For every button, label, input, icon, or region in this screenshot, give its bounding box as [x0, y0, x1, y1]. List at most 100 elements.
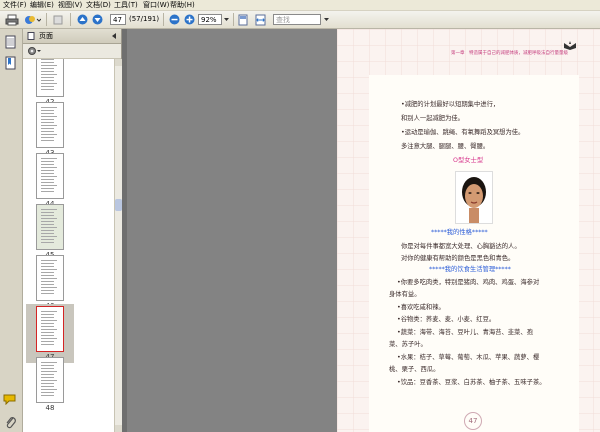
comments-nav-button[interactable]	[3, 393, 18, 408]
thumbnail-text-line	[41, 233, 54, 234]
thumbnail-text-line	[41, 176, 57, 177]
zoom-dropdown-button[interactable]	[223, 13, 230, 26]
thumbnail-text-line	[41, 167, 57, 168]
attachments-nav-button[interactable]	[4, 415, 17, 432]
thumbnail-text-line	[41, 386, 54, 387]
thumbnail-text-line	[41, 65, 57, 66]
menu-window[interactable]: 窗口(W)	[143, 0, 169, 10]
thumbnail-text-line	[41, 74, 57, 75]
portrait-photo	[455, 171, 493, 224]
fit-width-icon	[255, 14, 265, 25]
chapter-header: 第一章 特造属于自己的减肥体质，减肥呼吸法自行量量级	[451, 51, 568, 56]
scroll-thumb[interactable]	[115, 199, 122, 211]
thumbnail-text-line	[41, 191, 54, 192]
search-input[interactable]: 查找	[273, 14, 321, 25]
bookmarks-nav-button[interactable]	[4, 56, 17, 73]
thumbnail-text-line	[41, 335, 54, 336]
panel-splitter[interactable]	[122, 29, 127, 432]
thumbnail-text-line	[41, 311, 57, 312]
body-line: •减肥的计划最好以短期集中进行，	[401, 101, 500, 108]
fit-width-button[interactable]	[254, 13, 266, 26]
page-thumbnails: 42434445464748	[23, 59, 114, 432]
thumbnail-text-line	[41, 212, 54, 213]
panel-collapse-button[interactable]	[110, 32, 118, 40]
page-thumbnail[interactable]	[36, 306, 64, 352]
thumbnail-text-line	[41, 278, 57, 279]
thumbnail-text-line	[41, 326, 54, 327]
thumbnail-text-line	[41, 221, 54, 222]
print-button[interactable]	[4, 13, 20, 26]
menu-document[interactable]: 文档(D)	[86, 0, 111, 10]
page-number-input[interactable]: 47	[110, 14, 126, 25]
thumbnail-text-line	[41, 86, 54, 87]
thumbnail-text-line	[41, 218, 57, 219]
menu-help[interactable]: 帮助(H)	[170, 0, 195, 10]
zoom-out-icon	[169, 14, 179, 25]
panel-header: 页面	[23, 29, 121, 44]
page-thumbnail[interactable]	[36, 204, 64, 250]
thumbnail-text-line	[41, 260, 57, 261]
page-thumbnail[interactable]	[36, 153, 64, 199]
previous-page-button[interactable]	[76, 13, 88, 26]
comment-icon	[3, 394, 16, 406]
page-thumbnail[interactable]	[36, 357, 64, 403]
menu-view[interactable]: 视图(V)	[58, 0, 82, 10]
scroll-up-button[interactable]	[115, 59, 122, 66]
thumbnail-text-line	[41, 269, 57, 270]
gear-icon	[28, 47, 41, 55]
thumbnail-text-line	[41, 344, 54, 345]
menu-edit[interactable]: 编辑(E)	[30, 0, 54, 10]
thumbnail-text-line	[41, 224, 54, 225]
search-dropdown-button[interactable]	[322, 13, 330, 26]
chevron-down-icon	[224, 18, 229, 21]
chevron-down-icon	[323, 18, 329, 21]
pages-nav-button[interactable]	[4, 35, 17, 52]
thumbnail-text-line	[41, 329, 57, 330]
thumbnail-text-line	[41, 380, 57, 381]
page-number-badge: 47	[464, 412, 482, 430]
thumbnail-text-line	[41, 338, 57, 339]
body-line: 和别人一起减肥为佳。	[401, 115, 464, 122]
personality-heading: *****我的性格*****	[431, 229, 488, 236]
face-portrait-icon	[462, 177, 486, 223]
zoom-out-button[interactable]	[168, 13, 180, 26]
hand-tool-button[interactable]	[50, 13, 66, 26]
thumbnail-text-line	[41, 230, 54, 231]
arrow-up-icon	[77, 14, 87, 25]
toolbar-divider	[233, 13, 234, 26]
thumbnails-scrollbar[interactable]	[114, 59, 122, 432]
zoom-input[interactable]: 92%	[198, 14, 222, 25]
diet-line: •谷物类：荞麦、麦、小麦、红豆。	[397, 316, 496, 323]
thumbnail-text-line	[41, 239, 54, 240]
page-thumbnail[interactable]	[36, 59, 64, 97]
share-button[interactable]	[22, 13, 42, 26]
toolbar: 47 (57/191) 92% 查找	[0, 11, 600, 29]
toolbar-divider	[70, 13, 71, 26]
menu-file[interactable]: 文件(F)	[3, 0, 27, 10]
thumbnail-text-line	[41, 266, 54, 267]
diet-line: •水果：桔子、草莓、葡萄、木瓜、苹果、蔬萝、樱	[397, 354, 540, 361]
next-page-button[interactable]	[91, 13, 103, 26]
fit-page-button[interactable]	[237, 13, 249, 26]
diet-line: 菜、苏子叶。	[389, 341, 427, 348]
page-icon	[238, 14, 248, 25]
thumbnail-text-line	[41, 362, 57, 363]
thumbnail-text-line	[41, 236, 57, 237]
menu-tools[interactable]: 工具(T)	[114, 0, 138, 10]
thumbnail-text-line	[41, 314, 54, 315]
toolbar-divider	[163, 13, 164, 26]
thumbnail-text-line	[41, 227, 57, 228]
thumbnail-text-line	[41, 80, 54, 81]
page-thumbnail[interactable]	[36, 102, 64, 148]
zoom-in-button[interactable]	[183, 13, 195, 26]
thumbnail-text-line	[41, 119, 54, 120]
thumbnail-text-line	[41, 368, 54, 369]
thumbnail-text-line	[41, 110, 54, 111]
page-count: (57/191)	[129, 15, 160, 23]
thumbnail-text-line	[41, 107, 57, 108]
page-thumbnail[interactable]	[36, 255, 64, 301]
paperclip-icon	[6, 417, 16, 429]
thumbnail-text-line	[41, 128, 54, 129]
scroll-down-button[interactable]	[115, 425, 122, 432]
panel-options-button[interactable]	[27, 46, 41, 59]
